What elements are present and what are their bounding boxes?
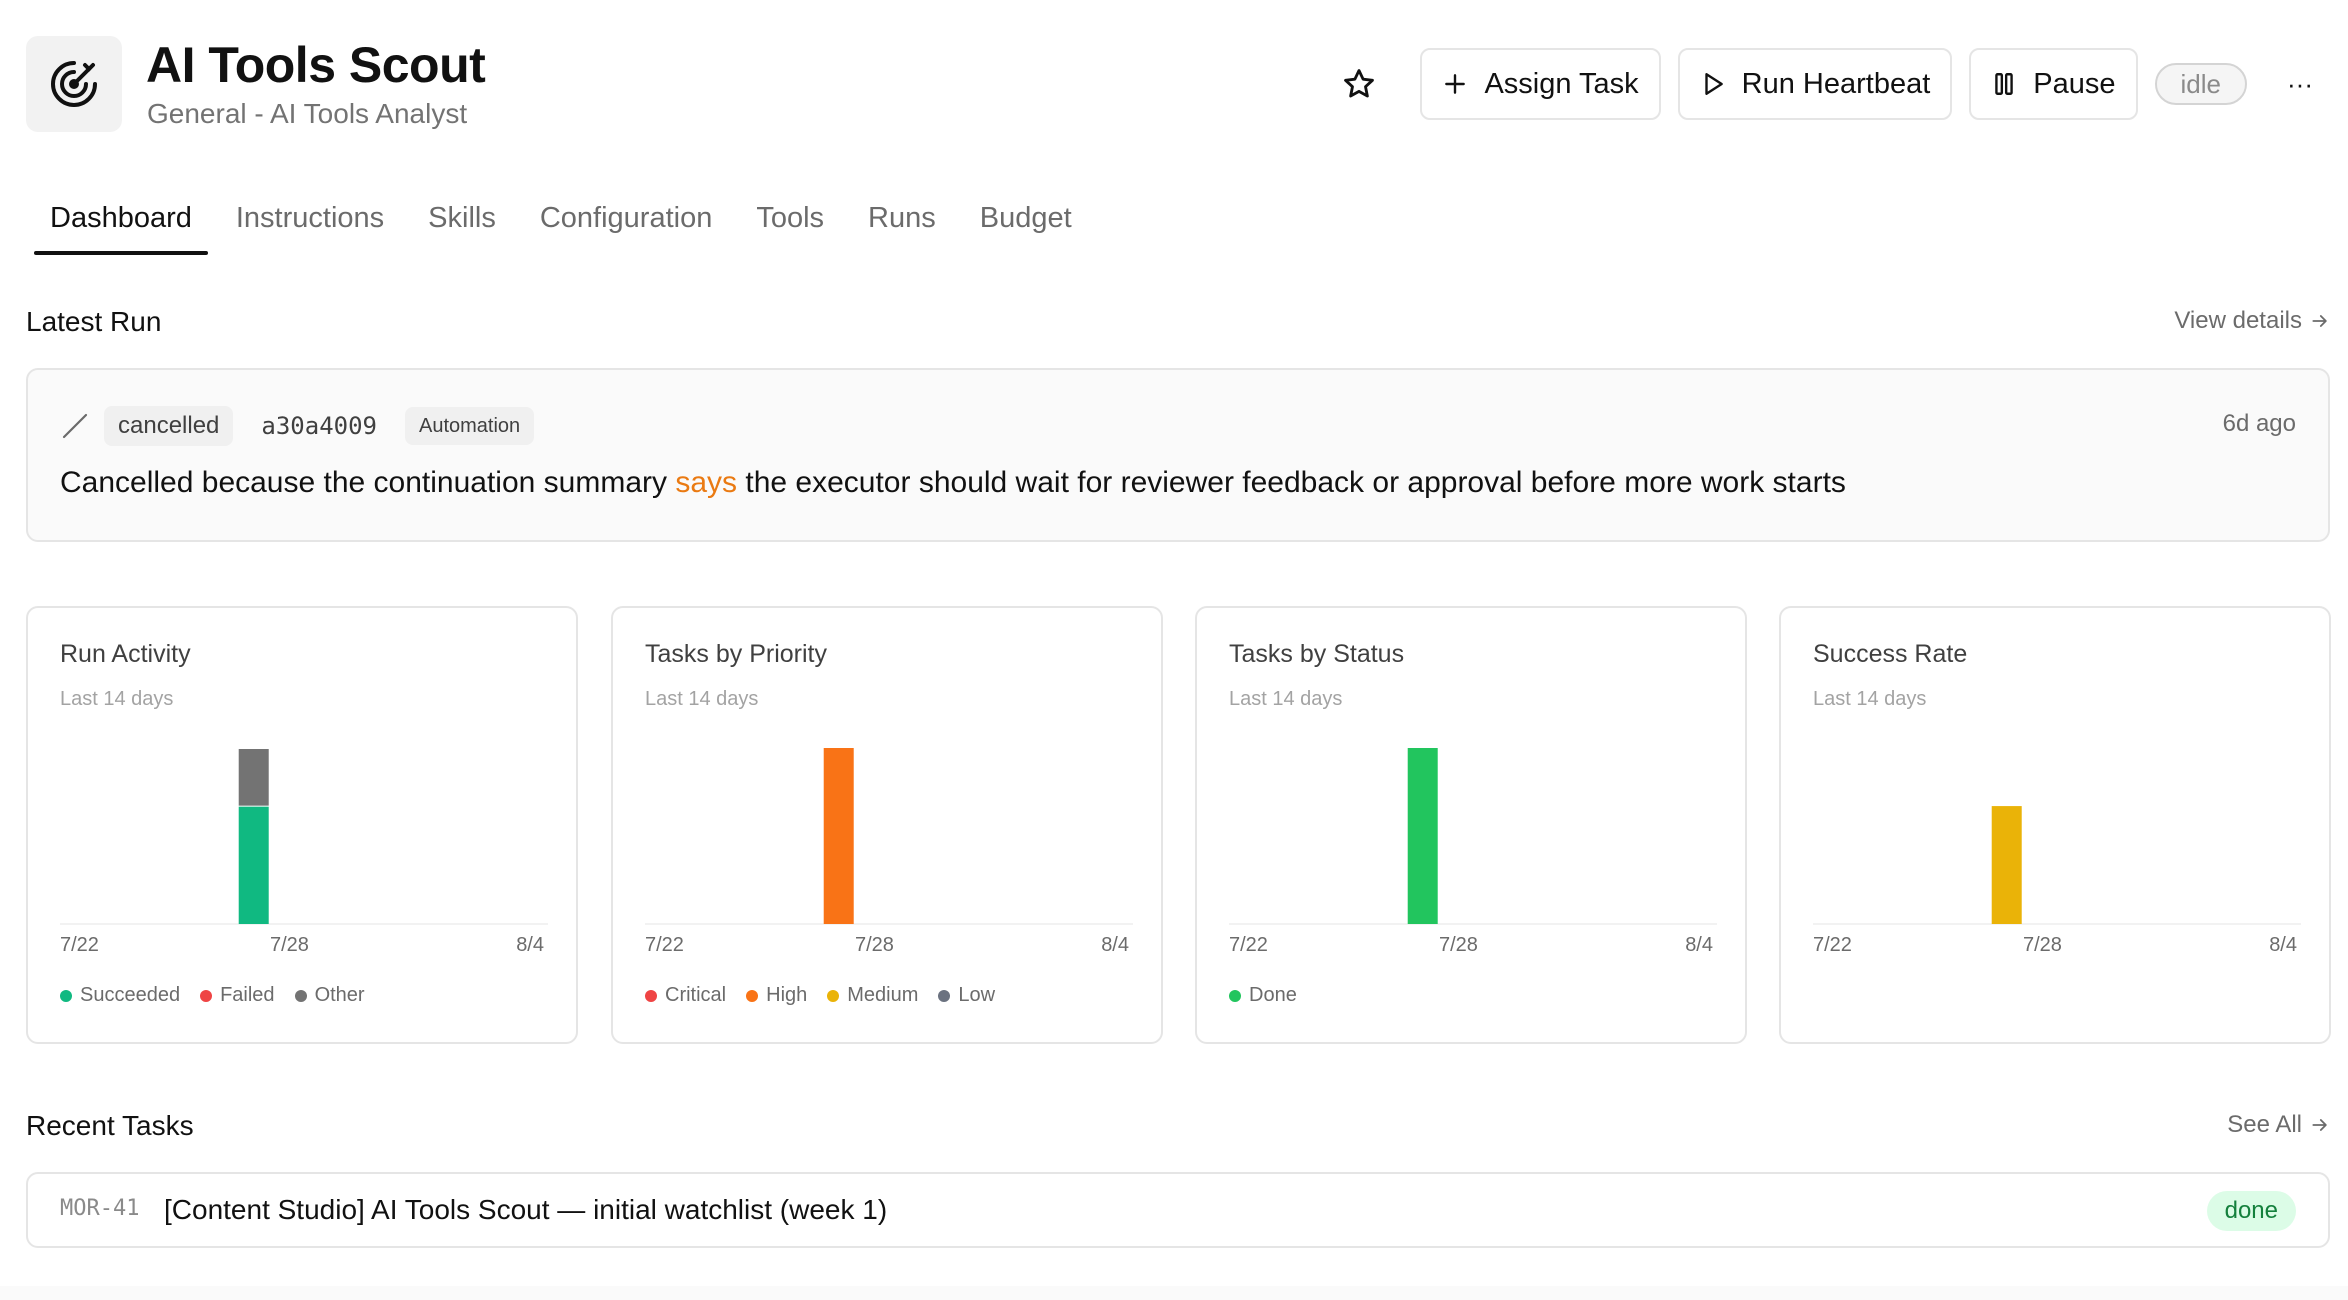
assign-task-button[interactable]: Assign Task xyxy=(1420,48,1661,120)
radar-target-icon xyxy=(26,36,122,132)
see-all-label: See All xyxy=(2227,1111,2302,1138)
run-trigger-badge: Automation xyxy=(405,407,535,445)
tab-runs[interactable]: Runs xyxy=(852,196,952,255)
legend-item-low: Low xyxy=(938,984,995,1007)
x-tick: 8/4 xyxy=(1685,934,1713,956)
x-tick: 8/4 xyxy=(2269,934,2297,956)
agent-subtitle: General - AI Tools Analyst xyxy=(147,98,468,129)
tab-instructions[interactable]: Instructions xyxy=(220,196,400,255)
chart-legend: Critical High Medium Low xyxy=(645,984,995,1007)
bar-other-7/27 xyxy=(238,749,269,806)
legend-item-medium: Medium xyxy=(827,984,918,1007)
view-details-link[interactable]: View details xyxy=(2174,307,2330,335)
chart-subtitle: Last 14 days xyxy=(60,688,174,710)
slash-status-icon xyxy=(62,413,88,439)
task-status-badge: done xyxy=(2206,1191,2296,1231)
run-heartbeat-button[interactable]: Run Heartbeat xyxy=(1677,48,1953,120)
star-icon[interactable] xyxy=(1329,54,1389,114)
run-time-ago: 6d ago xyxy=(2222,410,2296,437)
x-tick: 7/28 xyxy=(855,934,894,956)
legend-item-high: High xyxy=(746,984,807,1007)
chart-subtitle: Last 14 days xyxy=(1229,688,1343,710)
status-badge: idle xyxy=(2154,63,2247,105)
arrow-right-icon xyxy=(2312,1119,2327,1131)
x-tick: 8/4 xyxy=(1101,934,1129,956)
play-icon xyxy=(1704,73,1723,95)
tasks-by-priority-card: Tasks by Priority Last 14 days 7/22 7/28… xyxy=(611,606,1163,1044)
tab-configuration[interactable]: Configuration xyxy=(524,196,729,255)
run-meta: cancelled a30a4009 Automation xyxy=(60,406,535,446)
bar-value-7/27 xyxy=(1991,806,2022,924)
legend-item-critical: Critical xyxy=(645,984,726,1007)
more-options-icon[interactable]: ··· xyxy=(2278,62,2322,106)
tab-skills[interactable]: Skills xyxy=(412,196,512,255)
tab-bar: Dashboard Instructions Skills Configurat… xyxy=(34,196,1100,255)
run-summary-before: Cancelled because the continuation summa… xyxy=(60,466,676,499)
legend-item-done: Done xyxy=(1229,984,1297,1007)
pause-icon xyxy=(1995,73,2014,95)
arrow-right-icon xyxy=(2312,315,2327,327)
tasks-by-status-chart xyxy=(1229,748,1717,925)
chart-title: Tasks by Status xyxy=(1229,640,1405,668)
run-status-pill: cancelled xyxy=(104,406,234,446)
bar-done-7/27 xyxy=(1407,748,1438,924)
run-summary-highlight: says xyxy=(675,466,738,499)
x-tick: 8/4 xyxy=(516,934,544,956)
chart-title: Run Activity xyxy=(60,640,191,668)
agent-header: AI Tools Scout General - AI Tools Analys… xyxy=(26,36,2322,136)
see-all-link[interactable]: See All xyxy=(2227,1111,2330,1139)
tab-budget[interactable]: Budget xyxy=(964,196,1088,255)
x-tick: 7/28 xyxy=(270,934,309,956)
bar-succeeded-7/27 xyxy=(238,806,269,924)
run-summary: Cancelled because the continuation summa… xyxy=(60,466,1846,500)
tasks-by-status-card: Tasks by Status Last 14 days 7/22 7/28 8… xyxy=(1195,606,1747,1044)
success-rate-card: Success Rate Last 14 days 7/22 7/28 8/4 xyxy=(1779,606,2331,1044)
chart-title: Success Rate xyxy=(1813,640,1968,668)
legend-item-failed: Failed xyxy=(200,984,275,1007)
chart-subtitle: Last 14 days xyxy=(1813,688,1927,710)
chart-legend: Succeeded Failed Other xyxy=(60,984,365,1007)
run-activity-card: Run Activity Last 14 days 7/22 7/28 8/4 … xyxy=(26,606,578,1044)
x-tick: 7/28 xyxy=(2023,934,2062,956)
chart-subtitle: Last 14 days xyxy=(645,688,759,710)
latest-run-heading: Latest Run xyxy=(26,306,162,337)
run-summary-after: the executor should wait for reviewer fe… xyxy=(737,466,1846,499)
bar-high-7/27 xyxy=(823,748,854,924)
tasks-by-priority-chart xyxy=(645,748,1133,925)
x-tick: 7/22 xyxy=(1813,934,1852,956)
task-id: MOR-41 xyxy=(60,1196,140,1221)
success-rate-chart xyxy=(1813,806,2301,925)
tab-tools[interactable]: Tools xyxy=(740,196,840,255)
run-heartbeat-label: Run Heartbeat xyxy=(1741,67,1931,100)
agent-name: AI Tools Scout xyxy=(146,37,486,93)
run-id: a30a4009 xyxy=(261,412,377,440)
task-row[interactable]: MOR-41 [Content Studio] AI Tools Scout —… xyxy=(26,1172,2330,1248)
plus-icon xyxy=(1445,74,1466,94)
recent-tasks-heading: Recent Tasks xyxy=(26,1110,194,1141)
legend-item-succeeded: Succeeded xyxy=(60,984,180,1007)
bottom-edge xyxy=(0,1286,2348,1300)
x-tick: 7/22 xyxy=(645,934,684,956)
pause-button[interactable]: Pause xyxy=(1969,48,2138,120)
assign-task-label: Assign Task xyxy=(1484,67,1639,100)
pause-label: Pause xyxy=(2033,67,2116,100)
task-title: [Content Studio] AI Tools Scout — initia… xyxy=(164,1194,888,1225)
latest-run-card[interactable]: cancelled a30a4009 Automation 6d ago Can… xyxy=(26,368,2330,542)
x-tick: 7/22 xyxy=(60,934,99,956)
chart-title: Tasks by Priority xyxy=(645,640,827,668)
x-tick: 7/28 xyxy=(1439,934,1478,956)
chart-legend: Done xyxy=(1229,984,1297,1007)
view-details-label: View details xyxy=(2174,307,2302,334)
x-tick: 7/22 xyxy=(1229,934,1268,956)
header-actions: Assign Task Run Heartbeat Pause idle ··· xyxy=(1329,48,2322,120)
legend-item-other: Other xyxy=(294,984,365,1007)
tab-dashboard[interactable]: Dashboard xyxy=(34,196,208,255)
run-activity-chart xyxy=(60,749,548,925)
